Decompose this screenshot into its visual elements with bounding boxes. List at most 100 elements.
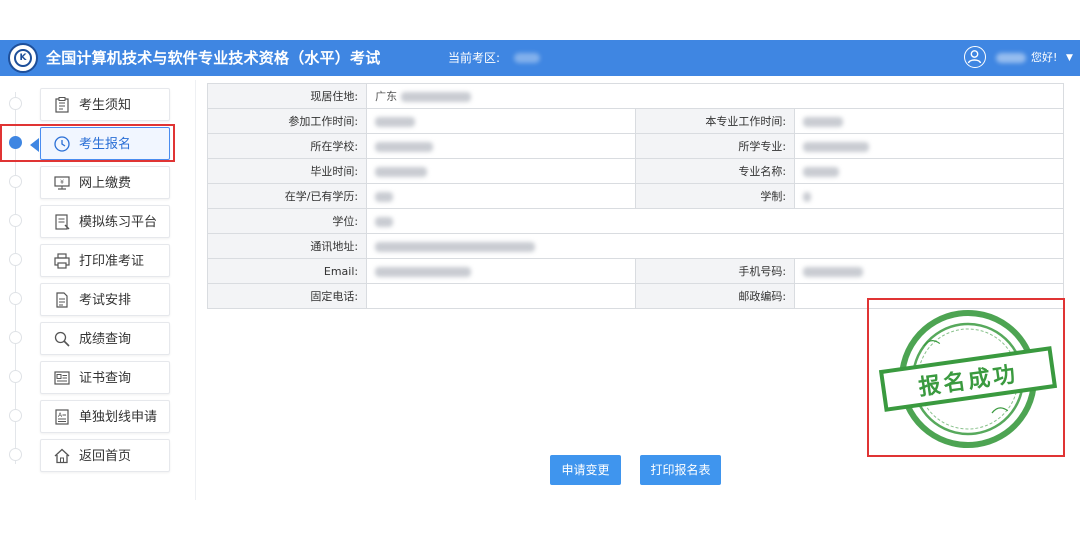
top-header-bar: K 全国计算机技术与软件专业技术资格（水平）考试 当前考区: 您好! ▼	[0, 40, 1080, 76]
work-start-value	[366, 108, 636, 134]
major-value	[794, 133, 1064, 159]
username-redacted	[996, 53, 1026, 63]
current-area-value-redacted	[514, 53, 540, 63]
table-row: 通讯地址:	[206, 233, 1064, 259]
sidebar-item-score-query[interactable]: 成绩查询	[40, 322, 170, 355]
document-icon	[53, 291, 71, 309]
school-value	[366, 133, 636, 159]
sidebar-item-label: 考试安排	[79, 293, 132, 308]
table-row: 在学/已有学历: 学制:	[206, 183, 1064, 209]
sidebar-item-separate-line-apply[interactable]: A 单独划线申请	[40, 400, 170, 433]
field-label: 邮政编码:	[634, 283, 796, 309]
field-label: 在学/已有学历:	[206, 183, 368, 209]
table-row: 所在学校: 所学专业:	[206, 133, 1064, 159]
field-label: 学制:	[634, 183, 796, 209]
table-row: 现居住地: 广东	[206, 83, 1064, 109]
sidebar-item-payment[interactable]: ¥ 网上缴费	[40, 166, 170, 199]
sidebar-item-label: 网上缴费	[79, 176, 132, 191]
email-value	[366, 258, 636, 284]
major-work-start-value	[794, 108, 1064, 134]
redacted-value	[375, 141, 434, 152]
svg-text:¥: ¥	[60, 179, 64, 186]
redacted-value	[803, 166, 840, 177]
sidebar-item-home[interactable]: 返回首页	[40, 439, 170, 472]
timeline-dot	[9, 175, 22, 188]
timeline-dot	[9, 331, 22, 344]
redacted-value	[375, 116, 416, 127]
form-icon: A	[53, 408, 71, 426]
practice-icon	[53, 213, 71, 231]
registration-info-table: 现居住地: 广东 参加工作时间: 本专业工作时间: 所在学校: 所学专业: 毕业…	[206, 83, 1064, 309]
redacted-value	[803, 266, 864, 277]
sidebar-item-exam-schedule[interactable]: 考试安排	[40, 283, 170, 316]
table-row: 学位:	[206, 208, 1064, 234]
field-label: 所在学校:	[206, 133, 368, 159]
registration-success-stamp: 报名成功	[878, 310, 1058, 448]
residence-value: 广东	[366, 83, 1064, 109]
site-title: 全国计算机技术与软件专业技术资格（水平）考试	[46, 49, 381, 67]
notice-icon	[53, 96, 71, 114]
residence-text: 广东	[375, 90, 398, 103]
sidebar-nav: 考生须知 考生报名 ¥ 网上缴费 模拟练习平台 打印准考证 考试安排 成绩查询 …	[0, 80, 196, 500]
printer-icon	[53, 252, 71, 270]
redacted-value	[375, 166, 428, 177]
sidebar-item-label: 成绩查询	[79, 332, 132, 347]
redacted-value	[375, 241, 536, 252]
sidebar-item-label: 模拟练习平台	[79, 215, 158, 230]
landline-value	[366, 283, 636, 309]
address-value	[366, 233, 1064, 259]
table-row: Email: 手机号码:	[206, 258, 1064, 284]
sidebar-item-label: 考生须知	[79, 98, 132, 113]
redacted-value	[375, 216, 394, 227]
sidebar-item-label: 返回首页	[79, 449, 132, 464]
phone-value	[794, 258, 1064, 284]
field-label: 学位:	[206, 208, 368, 234]
redacted-value	[375, 266, 472, 277]
search-icon	[53, 330, 71, 348]
graduation-value	[366, 158, 636, 184]
sidebar-item-label: 单独划线申请	[79, 410, 158, 425]
timeline-dot	[9, 214, 22, 227]
highlight-box-registration	[0, 124, 175, 162]
sidebar-item-certificate-query[interactable]: 证书查询	[40, 361, 170, 394]
field-label: Email:	[206, 258, 368, 284]
monitor-icon: ¥	[53, 174, 71, 192]
field-label: 通讯地址:	[206, 233, 368, 259]
sidebar-item-practice[interactable]: 模拟练习平台	[40, 205, 170, 238]
redacted-value	[803, 116, 844, 127]
redacted-value	[803, 141, 870, 152]
field-label: 参加工作时间:	[206, 108, 368, 134]
home-icon	[53, 447, 71, 465]
timeline-dot	[9, 409, 22, 422]
current-area-label: 当前考区:	[448, 51, 501, 65]
timeline-dot	[9, 97, 22, 110]
timeline-dot	[9, 448, 22, 461]
degree-value	[366, 208, 1064, 234]
field-label: 所学专业:	[634, 133, 796, 159]
apply-change-button[interactable]: 申请变更	[550, 455, 621, 485]
certificate-icon	[53, 369, 71, 387]
timeline-dot	[9, 370, 22, 383]
timeline-dot	[9, 292, 22, 305]
study-length-value	[794, 183, 1064, 209]
sidebar-item-notice[interactable]: 考生须知	[40, 88, 170, 121]
sidebar-item-label: 证书查询	[79, 371, 132, 386]
user-greeting[interactable]: 您好!	[1031, 40, 1057, 76]
registration-success-stamp-frame: 报名成功	[867, 298, 1065, 457]
table-row: 参加工作时间: 本专业工作时间:	[206, 108, 1064, 134]
sidebar-item-print-admission[interactable]: 打印准考证	[40, 244, 170, 277]
user-circle-icon[interactable]	[964, 46, 986, 68]
svg-text:A: A	[58, 412, 63, 419]
timeline-dot	[9, 253, 22, 266]
education-value	[366, 183, 636, 209]
chevron-down-icon[interactable]: ▼	[1066, 40, 1073, 76]
print-registration-form-button[interactable]: 打印报名表	[640, 455, 721, 485]
field-label: 现居住地:	[206, 83, 368, 109]
redacted-value	[375, 191, 394, 202]
major-name-value	[794, 158, 1064, 184]
field-label: 本专业工作时间:	[634, 108, 796, 134]
field-label: 专业名称:	[634, 158, 796, 184]
table-row: 毕业时间: 专业名称:	[206, 158, 1064, 184]
redacted-value	[803, 191, 812, 202]
redacted-value	[401, 92, 472, 102]
